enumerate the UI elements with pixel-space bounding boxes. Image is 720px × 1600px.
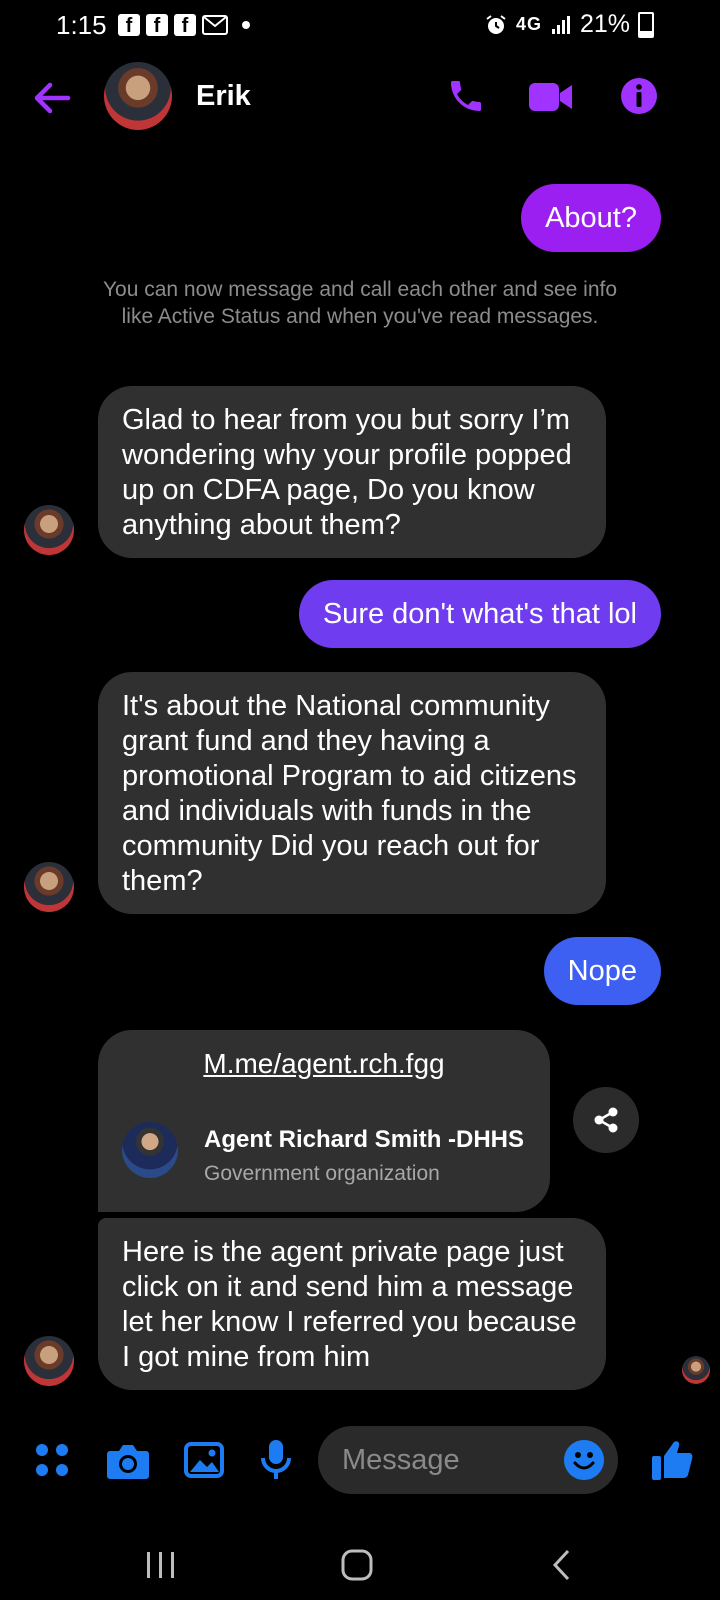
notification-icons: f f f — [118, 14, 250, 37]
video-icon[interactable] — [528, 80, 574, 114]
facebook-notification-icon: f — [174, 14, 196, 37]
message-input[interactable]: Message — [318, 1426, 618, 1494]
phone-icon[interactable] — [446, 76, 486, 116]
recent-apps-icon[interactable] — [144, 1550, 178, 1580]
facebook-notification-icon: f — [118, 14, 140, 37]
battery-percent: 21% — [579, 10, 630, 38]
outgoing-message[interactable]: Nope — [543, 937, 661, 1005]
page-category: Government organization — [204, 1162, 440, 1185]
gallery-icon[interactable] — [184, 1442, 224, 1478]
system-navigation-bar — [0, 1528, 720, 1600]
read-receipt-avatar — [682, 1356, 710, 1384]
camera-icon[interactable] — [106, 1442, 150, 1480]
contact-name[interactable]: Erik — [196, 80, 251, 113]
more-notifications-dot — [242, 21, 250, 29]
incoming-message[interactable]: Glad to hear from you but sorry I’m wond… — [98, 386, 606, 558]
page-name: Agent Richard Smith -DHHS — [204, 1126, 525, 1153]
sender-avatar[interactable] — [24, 505, 74, 555]
link-url[interactable]: M.me/agent.rch.fgg — [98, 1048, 550, 1080]
alarm-icon — [486, 14, 506, 34]
contact-avatar[interactable] — [104, 62, 172, 130]
microphone-icon[interactable] — [260, 1438, 292, 1482]
message-placeholder: Message — [342, 1444, 460, 1476]
back-arrow-icon[interactable] — [32, 78, 72, 118]
page-thumbnail — [122, 1122, 178, 1178]
outgoing-message[interactable]: Sure don't what's that lol — [298, 580, 661, 648]
emoji-icon[interactable] — [564, 1440, 604, 1480]
back-icon[interactable] — [550, 1548, 572, 1582]
apps-grid-icon[interactable] — [34, 1442, 70, 1478]
share-button[interactable] — [573, 1087, 639, 1153]
sender-avatar[interactable] — [24, 1336, 74, 1386]
gmail-icon — [202, 15, 228, 35]
facebook-notification-icon: f — [146, 14, 168, 37]
outgoing-message[interactable]: About? — [521, 184, 661, 252]
sender-avatar[interactable] — [24, 862, 74, 912]
incoming-message[interactable]: Here is the agent private page just clic… — [98, 1218, 606, 1390]
incoming-message[interactable]: It's about the National community grant … — [98, 672, 606, 914]
system-notice: You can now message and call each other … — [102, 278, 618, 328]
conversation-header: Erik — [0, 60, 720, 136]
status-bar: 1:15 f f f 4G 21% — [0, 0, 720, 52]
status-time: 1:15 — [56, 10, 107, 40]
signal-icon — [551, 15, 570, 34]
link-preview-card[interactable]: M.me/agent.rch.fgg Agent Richard Smith -… — [98, 1030, 550, 1212]
network-type: 4G — [515, 14, 542, 34]
system-icons: 4G 21% — [484, 10, 654, 39]
thumbs-up-icon[interactable] — [650, 1438, 694, 1482]
share-icon — [594, 1107, 618, 1133]
info-icon[interactable] — [620, 77, 658, 115]
battery-icon — [638, 11, 654, 38]
home-icon[interactable] — [340, 1548, 374, 1582]
